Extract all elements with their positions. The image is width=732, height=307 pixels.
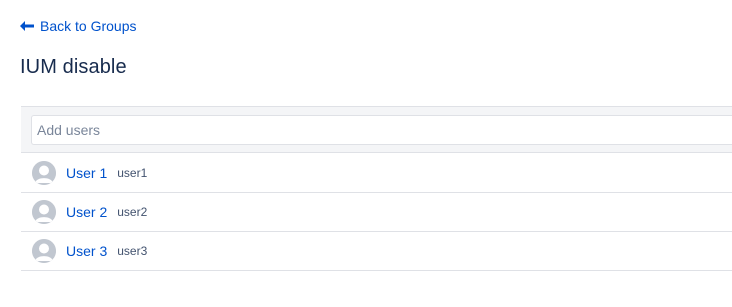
arrow-left-icon xyxy=(20,21,34,31)
user-name-link[interactable]: User 1 xyxy=(66,165,107,181)
back-to-groups-link[interactable]: Back to Groups xyxy=(20,18,137,34)
username-label: user3 xyxy=(117,244,148,258)
user-list: User 1 user1 User 2 user2 User 3 user3 xyxy=(21,154,732,271)
username-label: user1 xyxy=(117,166,148,180)
username-label: user2 xyxy=(117,205,148,219)
user-name-link[interactable]: User 3 xyxy=(66,243,107,259)
add-users-input[interactable] xyxy=(31,115,732,145)
user-row: User 3 user3 xyxy=(21,232,732,271)
user-row: User 1 user1 xyxy=(21,154,732,193)
avatar-icon xyxy=(32,161,56,185)
user-name-link[interactable]: User 2 xyxy=(66,204,107,220)
group-members-page: Back to Groups IUM disable User 1 user1 xyxy=(0,0,732,307)
page-title: IUM disable xyxy=(20,56,127,78)
avatar-icon xyxy=(32,239,56,263)
add-users-panel xyxy=(21,106,732,153)
user-row: User 2 user2 xyxy=(21,193,732,232)
back-link-label: Back to Groups xyxy=(40,18,137,34)
avatar-icon xyxy=(32,200,56,224)
